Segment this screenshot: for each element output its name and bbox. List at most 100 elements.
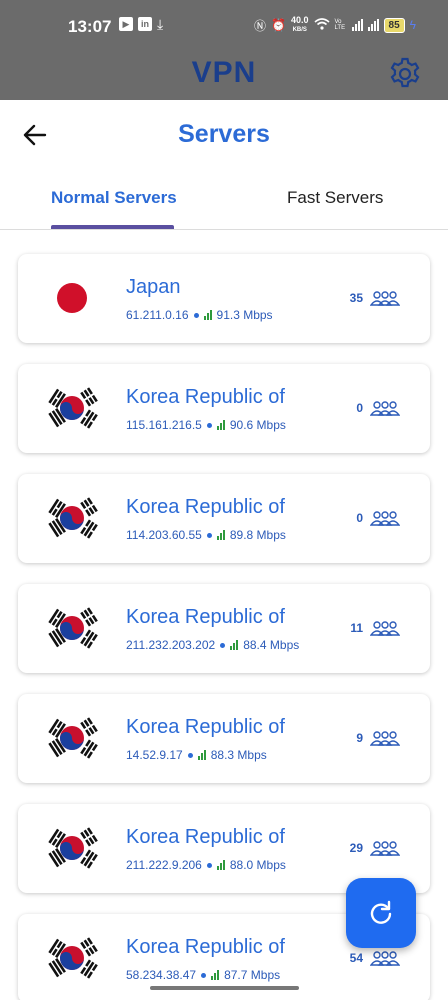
- server-ip: 211.222.9.206: [126, 858, 202, 872]
- server-users: 0: [356, 400, 400, 416]
- wifi-icon: [313, 17, 330, 33]
- server-card[interactable]: Korea Republic of 14.52.9.17 88.3 Mbps 9: [18, 694, 430, 783]
- page-title: Servers: [178, 120, 270, 148]
- separator-dot: [187, 752, 193, 758]
- alarm-icon: ⏰: [271, 18, 286, 32]
- users-count: 0: [356, 511, 363, 525]
- server-ip: 58.234.38.47: [126, 968, 197, 982]
- korea-flag: [48, 497, 98, 539]
- tab-indicator: [51, 225, 174, 229]
- users-icon: [370, 401, 400, 416]
- server-card[interactable]: Korea Republic of 211.232.203.202 88.4 Mbp…: [18, 584, 430, 673]
- users-icon: [370, 841, 400, 856]
- server-meta: 115.161.216.5 90.6 Mbps: [126, 418, 286, 432]
- notification-icons: ▶ in ⤓: [119, 17, 163, 31]
- users-count: 0: [356, 401, 363, 415]
- server-meta: 114.203.60.55 89.8 Mbps: [126, 528, 286, 542]
- signal-strength-icon: [216, 530, 225, 540]
- system-icons: Ⓝ ⏰ 40.0 KB/S Vo LTE 85 ϟ: [254, 16, 416, 34]
- download-icon: ⤓: [157, 16, 164, 32]
- refresh-button[interactable]: [346, 878, 416, 948]
- settings-gear-icon[interactable]: [387, 56, 423, 92]
- server-card[interactable]: Korea Republic of 115.161.216.5 90.6 Mbps 0: [18, 364, 430, 453]
- server-users: 0: [356, 510, 400, 526]
- linkedin-icon: in: [138, 17, 152, 31]
- server-country: Korea Republic of: [126, 606, 285, 628]
- server-country: Korea Republic of: [126, 826, 285, 848]
- signal-strength-icon: [216, 420, 225, 430]
- server-meta: 61.211.0.16 91.3 Mbps: [126, 308, 273, 322]
- server-meta: 211.222.9.206 88.0 Mbps: [126, 858, 286, 872]
- korea-flag: [48, 717, 98, 759]
- signal-strength-icon: [216, 860, 225, 870]
- server-card[interactable]: Korea Republic of 114.203.60.55 89.8 Mbps 0: [18, 474, 430, 563]
- signal-icon: [351, 19, 363, 31]
- tab-fast-servers[interactable]: Fast Servers: [287, 188, 383, 208]
- server-meta: 58.234.38.47 87.7 Mbps: [126, 968, 280, 982]
- server-country: Korea Republic of: [126, 386, 285, 408]
- server-speed: 89.8 Mbps: [229, 528, 286, 542]
- separator-dot: [201, 972, 207, 978]
- separator-dot: [206, 532, 212, 538]
- server-meta: 211.232.203.202 88.4 Mbps: [126, 638, 299, 652]
- home-indicator: [150, 986, 299, 990]
- users-count: 35: [349, 291, 363, 305]
- nfc-icon: Ⓝ: [254, 18, 267, 33]
- status-bar: 13:07 ▶ in ⤓ Ⓝ ⏰ 40.0 KB/S Vo LTE 85 ϟ: [0, 0, 448, 52]
- japan-flag: [57, 283, 87, 313]
- server-users: 35: [350, 290, 400, 306]
- server-country: Japan: [126, 276, 181, 298]
- korea-flag: [48, 387, 98, 429]
- separator-dot: [206, 422, 212, 428]
- server-speed: 90.6 Mbps: [229, 418, 286, 432]
- korea-flag: [48, 937, 98, 979]
- signal-strength-icon: [197, 750, 206, 760]
- signal-icon-2: [367, 19, 379, 31]
- tab-normal-servers[interactable]: Normal Servers: [51, 188, 177, 208]
- users-icon: [370, 291, 400, 306]
- network-speed: 40.0 KB/S: [291, 16, 309, 34]
- users-count: 29: [349, 841, 363, 855]
- korea-flag: [48, 607, 98, 649]
- app-title: VPN: [191, 56, 257, 89]
- server-meta: 14.52.9.17 88.3 Mbps: [126, 748, 267, 762]
- users-icon: [370, 951, 400, 966]
- server-speed: 88.4 Mbps: [243, 638, 300, 652]
- server-country: Korea Republic of: [126, 496, 285, 518]
- youtube-icon: ▶: [119, 17, 133, 31]
- server-speed: 87.7 Mbps: [224, 968, 281, 982]
- users-count: 9: [356, 731, 363, 745]
- server-users: 54: [350, 950, 400, 966]
- server-ip: 114.203.60.55: [126, 528, 202, 542]
- server-tabs: Normal Servers Fast Servers: [0, 178, 448, 230]
- server-country: Korea Republic of: [126, 716, 285, 738]
- users-icon: [370, 621, 400, 636]
- server-users: 29: [350, 840, 400, 856]
- server-ip: 61.211.0.16: [126, 308, 189, 322]
- server-card[interactable]: Japan 61.211.0.16 91.3 Mbps 35: [18, 254, 430, 343]
- server-country: Korea Republic of: [126, 936, 285, 958]
- status-time: 13:07: [68, 17, 112, 36]
- refresh-icon: [370, 900, 392, 924]
- server-speed: 88.0 Mbps: [229, 858, 286, 872]
- server-speed: 91.3 Mbps: [216, 308, 273, 322]
- speed-value: 40.0: [290, 15, 309, 25]
- server-speed: 88.3 Mbps: [210, 748, 267, 762]
- server-ip: 115.161.216.5: [126, 418, 202, 432]
- separator-dot: [220, 642, 226, 648]
- server-ip: 14.52.9.17: [126, 748, 183, 762]
- server-ip: 211.232.203.202: [126, 638, 216, 652]
- speed-unit: KB/S: [292, 27, 307, 33]
- users-icon: [370, 511, 400, 526]
- signal-strength-icon: [230, 640, 239, 650]
- separator-dot: [206, 862, 212, 868]
- users-count: 11: [350, 621, 363, 635]
- signal-strength-icon: [203, 310, 212, 320]
- signal-strength-icon: [211, 970, 220, 980]
- users-count: 54: [349, 951, 363, 965]
- app-bar: VPN: [0, 52, 448, 100]
- separator-dot: [193, 312, 199, 318]
- users-icon: [370, 731, 400, 746]
- server-users: 11: [350, 620, 400, 636]
- battery-indicator: 85: [383, 17, 405, 33]
